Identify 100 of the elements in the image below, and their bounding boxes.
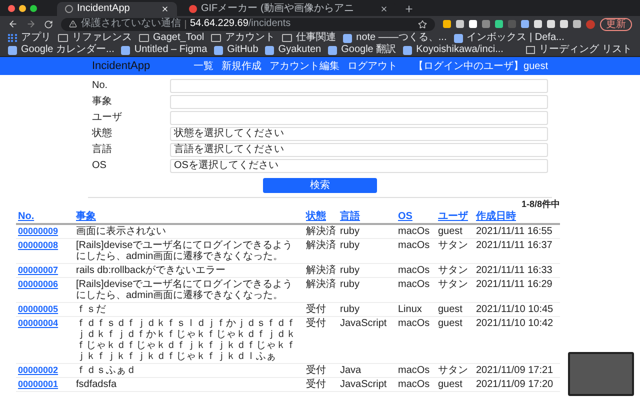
bookmark-label: Untitled – Figma — [134, 44, 208, 56]
forward-icon[interactable] — [26, 19, 36, 29]
table-cell: 解決済 — [306, 240, 336, 251]
select-field[interactable]: 状態を選択してください — [170, 127, 548, 141]
bookmark-item[interactable]: Gaget_Tool — [139, 32, 204, 44]
table-cell-text: サタン — [438, 265, 469, 276]
column-header-link[interactable]: No. — [18, 211, 34, 222]
incident-number-link[interactable]: 00000009 — [18, 226, 72, 237]
bookmark-label: GitHub — [227, 44, 258, 56]
table-cell-text: 2021/11/09 17:20 — [476, 379, 554, 390]
bookmark-item[interactable]: 仕事関連 — [282, 32, 336, 44]
table-cell-text: ruby — [340, 240, 360, 251]
table-cell-text: 受付 — [306, 304, 327, 315]
table-cell-text: ｆｄｆｓｄｆｊｄｋｆｓｌｄｊｆかｊｄｓｆｄｆｊｄｋｆｊｄｆかｋｆじゃｋｆじゃｋｄｆｊｄｋｆじゃｋｄｆじゃｋｄｆｊｋｆｊｋｄｆじゃｋｆｊｋｆｊｋｆｊｋｄｆじゃｋｆｊｋｄｌふぁ — [76, 318, 297, 362]
star-icon[interactable] — [418, 20, 427, 28]
table-cell-text: ruby — [340, 226, 360, 237]
app-grid-icon — [8, 34, 17, 42]
back-icon[interactable] — [8, 19, 18, 29]
update-button[interactable]: 更新 — [600, 18, 632, 30]
minimize-window-icon[interactable] — [19, 4, 26, 12]
table-cell-text: 受付 — [306, 365, 327, 376]
nav-link[interactable]: 新規作成 — [222, 58, 262, 74]
table-cell-text: 受付 — [306, 379, 327, 390]
bookmark-item[interactable]: アカウント — [211, 32, 276, 44]
table-cell: 解決済 — [306, 226, 336, 237]
field-label: OS — [92, 160, 108, 172]
table-cell-text: macOs — [398, 279, 431, 290]
table-cell-text: rails db:rollbackができないエラー — [76, 265, 226, 276]
browser-tab[interactable]: IncidentApp — [57, 2, 177, 16]
bookmark-item[interactable]: note ――つくる、... — [343, 32, 447, 44]
field-label: No. — [92, 80, 109, 92]
address-bar[interactable]: 保護されていない通信 54.64.229.69/incidents — [61, 18, 435, 30]
nav-link[interactable]: ログアウト — [348, 58, 398, 74]
field-label: 言語 — [92, 144, 113, 156]
nav-link[interactable]: アカウント編集 — [270, 58, 340, 74]
column-header-link[interactable]: ユーザ — [438, 211, 468, 222]
text-field[interactable] — [170, 79, 548, 93]
table-cell-text: 2021/11/11 16:29 — [476, 279, 554, 290]
bookmark-item[interactable]: Google 翻訳 — [328, 44, 396, 56]
folder-icon — [211, 34, 222, 42]
field-label: 事象 — [92, 96, 113, 108]
text-field[interactable] — [170, 111, 548, 125]
bookmark-label: Gyakuten — [278, 44, 322, 56]
incident-number-link[interactable]: 00000005 — [18, 304, 72, 315]
folder-icon — [58, 34, 68, 42]
table-cell-text: guest — [438, 379, 464, 390]
table-cell-text: [Rails]deviseでユーザ名にてログインできるようにしたら、admin画面に遷移できなくなった。 — [76, 279, 294, 301]
column-header-link[interactable]: 状態 — [306, 211, 326, 222]
close-window-icon[interactable] — [8, 4, 15, 12]
table-cell-text: Linux — [398, 304, 423, 315]
bookmark-item[interactable]: Gyakuten — [265, 44, 322, 56]
brand-link[interactable]: IncidentApp — [92, 58, 150, 74]
table-cell-text: guest — [438, 226, 464, 237]
url-text: 54.64.229.69/incidents — [190, 18, 291, 30]
table-cell-text: 2021/11/11 16:55 — [476, 226, 554, 237]
maximize-window-icon[interactable] — [30, 4, 37, 12]
reload-icon[interactable] — [44, 20, 53, 28]
close-tab-icon[interactable] — [380, 5, 388, 13]
nav-link[interactable]: 一覧 — [194, 58, 214, 74]
table-cell-text: macOs — [398, 379, 431, 390]
bookmark-label: 仕事関連 — [296, 32, 336, 44]
table-cell-text: ruby — [340, 279, 360, 290]
text-field[interactable] — [170, 95, 548, 109]
table-cell: 解決済 — [306, 265, 336, 276]
table-cell-text: [Rails]deviseでユーザ名にてログインできるようにしたら、admin画面に遷移できなくなった。 — [76, 240, 294, 262]
incident-number-link[interactable]: 00000004 — [18, 318, 72, 329]
site-icon — [121, 46, 130, 54]
column-header-link[interactable]: OS — [398, 211, 412, 222]
incident-number-link[interactable]: 00000008 — [18, 240, 72, 251]
table-cell-text: サタン — [438, 240, 469, 251]
table-cell-text: fsdfadsfa — [76, 379, 118, 390]
folder-icon — [282, 34, 292, 42]
bookmark-item[interactable]: リファレンス — [58, 32, 132, 44]
incident-number-link[interactable]: 00000006 — [18, 279, 72, 290]
reading-list-button[interactable]: リーディング リスト — [526, 44, 632, 56]
result-count: 1-8/8件中 — [521, 198, 560, 210]
bookmark-label: アプリ — [21, 32, 51, 44]
folder-icon — [139, 34, 149, 42]
incident-number-link[interactable]: 00000007 — [18, 265, 72, 276]
bookmark-item[interactable]: Untitled – Figma — [121, 44, 208, 56]
table-cell-text: 2021/11/10 10:45 — [476, 304, 554, 315]
site-icon — [403, 46, 412, 54]
new-tab-icon[interactable] — [404, 4, 414, 14]
bookmark-item[interactable]: アプリ — [8, 32, 51, 44]
column-header-link[interactable]: 作成日時 — [476, 211, 516, 222]
table-cell-text: ｆｄｓふぁｄ — [76, 365, 137, 376]
screenshot-thumbnail — [568, 352, 634, 396]
search-button[interactable]: 検索 — [263, 178, 377, 193]
tab-title: IncidentApp — [77, 3, 130, 15]
bookmark-item[interactable]: GitHub — [214, 44, 258, 56]
incident-number-link[interactable]: 00000001 — [18, 379, 72, 390]
bookmark-label: Gaget_Tool — [153, 32, 204, 44]
select-field[interactable]: 言語を選択してください — [170, 143, 548, 157]
warning-icon — [69, 20, 77, 28]
table-cell-text: macOs — [398, 318, 431, 329]
page-icon — [189, 5, 197, 13]
select-field[interactable]: OSを選択してください — [170, 159, 548, 173]
column-header-link[interactable]: 事象 — [76, 211, 96, 222]
column-header-link[interactable]: 言語 — [340, 211, 360, 222]
incident-number-link[interactable]: 00000002 — [18, 365, 72, 376]
